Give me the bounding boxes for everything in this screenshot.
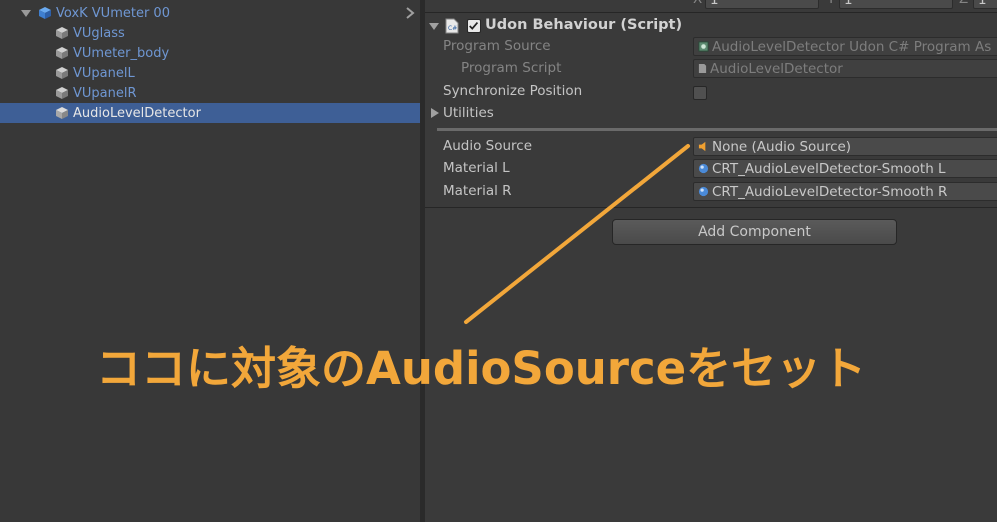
gameobject-cube-icon [56,87,68,99]
hierarchy-root-row[interactable]: VoxK VUmeter 00 [0,3,420,23]
program-source-value: AudioLevelDetector Udon C# Program As [712,38,992,55]
material-sphere-icon [698,163,709,174]
chevron-right-icon[interactable] [404,7,416,19]
component-enabled-checkbox[interactable] [467,19,481,33]
program-source-label: Program Source [443,38,551,54]
hierarchy-item-label: AudioLevelDetector [73,105,201,121]
sync-position-label: Synchronize Position [443,83,583,99]
gameobject-cube-icon [56,67,68,79]
divider [425,12,997,13]
scale-z-field[interactable]: 1 [973,0,997,9]
scale-y-field[interactable]: 1 [839,0,953,9]
hierarchy-item[interactable]: VUglass [0,23,420,43]
add-component-button[interactable]: Add Component [612,219,897,245]
material-l-field[interactable]: CRT_AudioLevelDetector-Smooth L [693,159,997,178]
program-source-field[interactable]: AudioLevelDetector Udon C# Program As [693,37,997,56]
material-r-field[interactable]: CRT_AudioLevelDetector-Smooth R [693,182,997,201]
program-script-field[interactable]: AudioLevelDetector [693,59,997,78]
checkmark-icon [469,22,479,30]
scale-z-value: 1 [978,0,987,8]
audio-source-field[interactable]: None (Audio Source) [693,137,997,156]
scale-y-label: Y [827,0,835,7]
udon-program-icon [698,41,709,52]
foldout-arrow-icon[interactable] [429,21,439,31]
inspector-panel: X 1 Y 1 Z 1 C# Udon Behaviour (Script) P… [425,0,997,522]
scale-y-value: 1 [844,0,853,8]
hierarchy-panel: VoxK VUmeter 00 VUglass VUmeter_body VUp… [0,0,420,522]
hierarchy-item-selected[interactable]: AudioLevelDetector [0,103,420,123]
material-r-value: CRT_AudioLevelDetector-Smooth R [712,183,948,200]
sync-position-checkbox[interactable] [693,86,707,100]
hierarchy-item[interactable]: VUpanelR [0,83,420,103]
audio-source-value: None (Audio Source) [712,138,852,155]
svg-text:C#: C# [448,25,457,32]
scale-x-label: X [693,0,702,7]
gameobject-cube-icon [56,47,68,59]
csharp-script-icon: C# [445,18,459,34]
hierarchy-item-label: VUpanelL [73,65,135,81]
gameobject-cube-icon [56,107,68,119]
separator-bar [437,128,997,131]
prefab-cube-icon [39,7,51,19]
material-sphere-icon [698,186,709,197]
divider [425,207,997,208]
hierarchy-item[interactable]: VUmeter_body [0,43,420,63]
scale-z-label: Z [959,0,968,7]
hierarchy-item-label: VUglass [73,25,125,41]
utilities-foldout[interactable]: Utilities [443,105,494,121]
material-l-label: Material L [443,160,510,176]
hierarchy-item-label: VUmeter_body [73,45,170,61]
material-r-label: Material R [443,183,512,199]
program-script-label: Program Script [461,60,562,76]
foldout-right-icon[interactable] [431,108,439,118]
program-script-value: AudioLevelDetector [710,60,843,77]
hierarchy-item-label: VUpanelR [73,85,137,101]
gameobject-cube-icon [56,27,68,39]
scale-x-value: 1 [710,0,719,8]
component-title: Udon Behaviour (Script) [485,17,683,33]
expand-arrow-icon[interactable] [20,7,32,19]
scale-x-field[interactable]: 1 [705,0,819,9]
material-l-value: CRT_AudioLevelDetector-Smooth L [712,160,946,177]
annotation-callout: ココに対象のAudioSourceをセット [96,342,867,395]
audio-source-label: Audio Source [443,138,533,154]
hierarchy-item[interactable]: VUpanelL [0,63,420,83]
hierarchy-root-label: VoxK VUmeter 00 [56,5,170,21]
speaker-icon [698,141,706,152]
script-file-icon [698,64,707,73]
